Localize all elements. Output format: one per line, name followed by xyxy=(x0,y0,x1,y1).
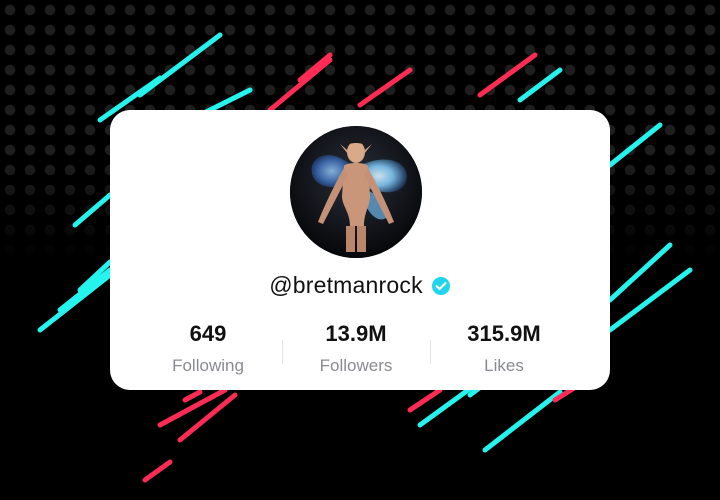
likes-label: Likes xyxy=(484,356,524,375)
stripe xyxy=(72,192,113,228)
stripe xyxy=(482,389,563,453)
avatar[interactable] xyxy=(290,126,422,258)
stripe xyxy=(477,52,538,98)
likes-count: 315.9M xyxy=(467,321,541,346)
stripe xyxy=(607,122,663,168)
stat-followers[interactable]: 13.9M Followers xyxy=(282,320,430,380)
stripe xyxy=(37,272,113,333)
stripe xyxy=(607,267,693,333)
stripe xyxy=(182,389,203,403)
stripe xyxy=(517,67,563,103)
divider xyxy=(430,340,431,364)
username[interactable]: @bretmanrock xyxy=(269,272,423,299)
following-label: Following xyxy=(172,356,244,375)
stat-likes[interactable]: 315.9M Likes xyxy=(430,320,578,380)
stripe xyxy=(57,267,113,313)
followers-count: 13.9M xyxy=(325,321,387,346)
divider xyxy=(282,340,283,364)
avatar-image xyxy=(290,126,422,258)
following-count: 649 xyxy=(189,321,227,346)
followers-label: Followers xyxy=(319,356,393,375)
stripe xyxy=(297,52,333,83)
stripe xyxy=(267,57,333,113)
stripe xyxy=(142,459,173,483)
profile-card: @bretmanrock 649 Following 13.9M Followe… xyxy=(110,110,610,390)
stats-row: 649 Following 13.9M Followers 315.9M Lik… xyxy=(134,320,578,380)
stat-following[interactable]: 649 Following xyxy=(134,320,282,380)
stripe xyxy=(357,67,413,108)
stripe xyxy=(407,387,443,413)
handle-row: @bretmanrock xyxy=(110,268,610,302)
verified-badge-icon xyxy=(431,276,451,296)
